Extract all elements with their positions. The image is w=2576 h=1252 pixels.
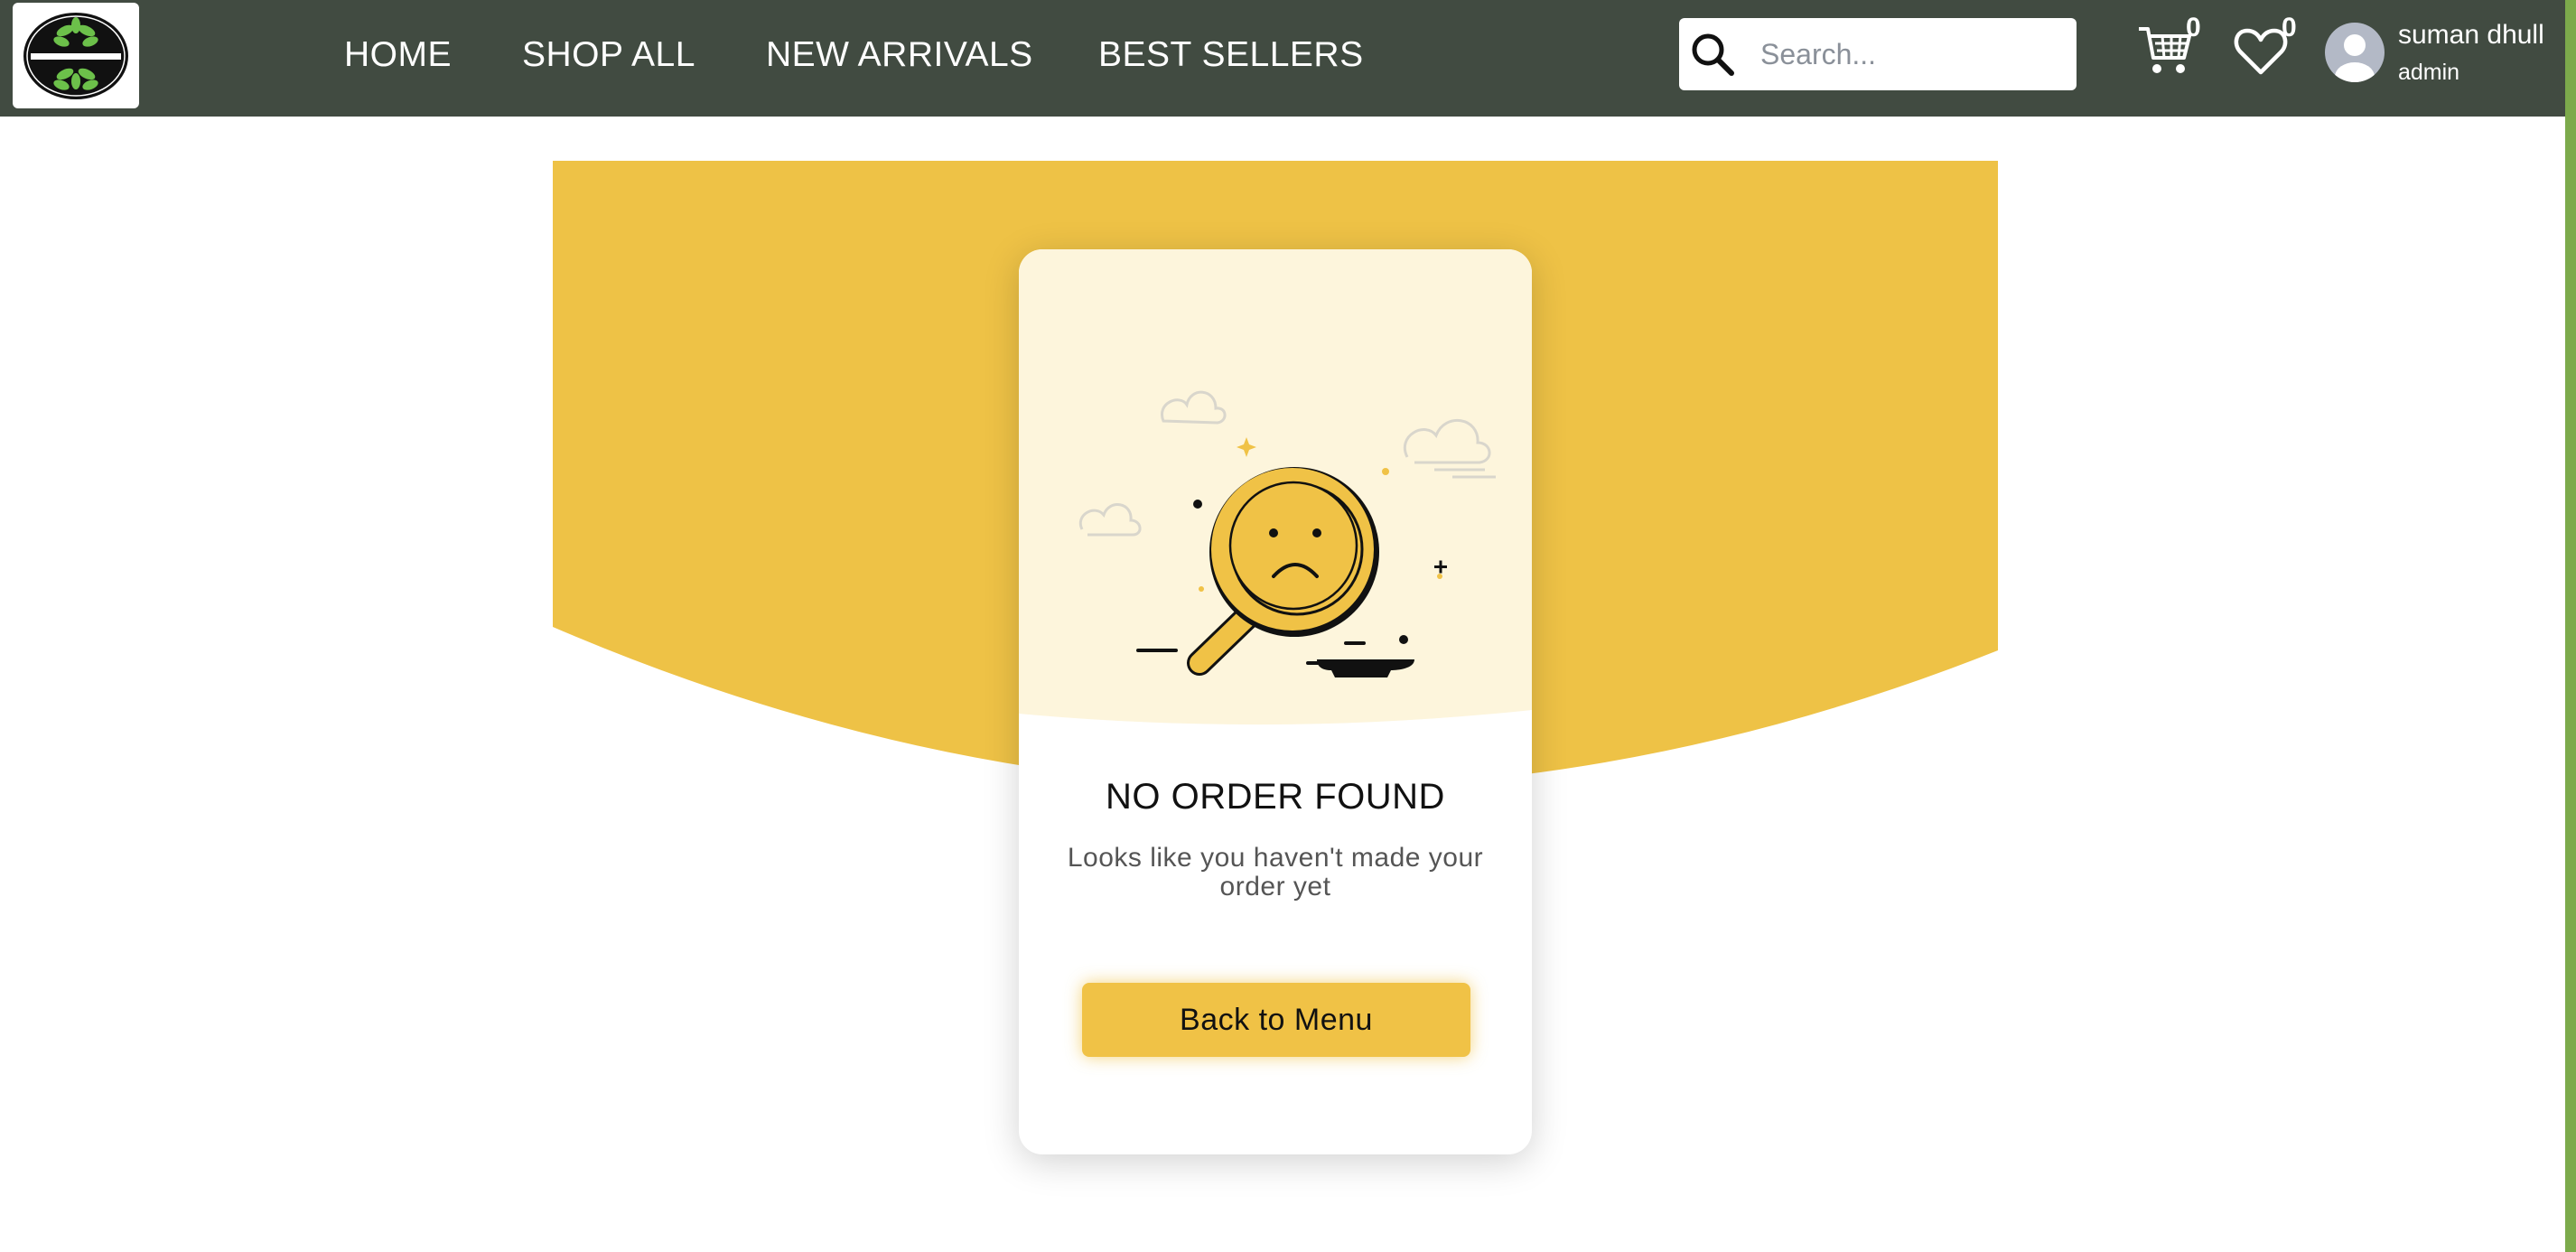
avatar-icon xyxy=(2335,34,2375,82)
cart-count-badge: 0 xyxy=(2186,13,2201,42)
leaf-logo-icon xyxy=(23,12,128,99)
user-name[interactable]: suman dhull xyxy=(2398,20,2544,51)
back-to-menu-button[interactable]: Back to Menu xyxy=(1082,983,1470,1057)
heart-icon[interactable] xyxy=(2233,23,2289,79)
top-navbar: HOME SHOP ALL NEW ARRIVALS BEST SELLERS … xyxy=(0,0,2565,117)
search-input[interactable] xyxy=(1760,27,2067,81)
user-role: admin xyxy=(2398,60,2460,85)
nav-shop-all-link[interactable]: SHOP ALL xyxy=(522,31,695,79)
wishlist-count-badge: 0 xyxy=(2282,13,2297,42)
page-edge-accent xyxy=(2565,0,2576,1252)
brand-logo[interactable] xyxy=(13,3,139,108)
empty-state-subtitle: Looks like you haven't made your order y… xyxy=(1067,843,1484,902)
search-bar xyxy=(1679,18,2077,90)
nav-new-arrivals-link[interactable]: NEW ARRIVALS xyxy=(766,31,1033,79)
empty-orders-card: NO ORDER FOUND Looks like you haven't ma… xyxy=(1019,249,1532,1154)
user-avatar[interactable] xyxy=(2325,23,2385,82)
search-icon[interactable] xyxy=(1688,30,1739,80)
sad-magnifier-icon xyxy=(1078,390,1496,677)
empty-state-title: NO ORDER FOUND xyxy=(1106,777,1445,817)
nav-best-sellers-link[interactable]: BEST SELLERS xyxy=(1098,31,1364,79)
nav-home-link[interactable]: HOME xyxy=(344,31,452,79)
